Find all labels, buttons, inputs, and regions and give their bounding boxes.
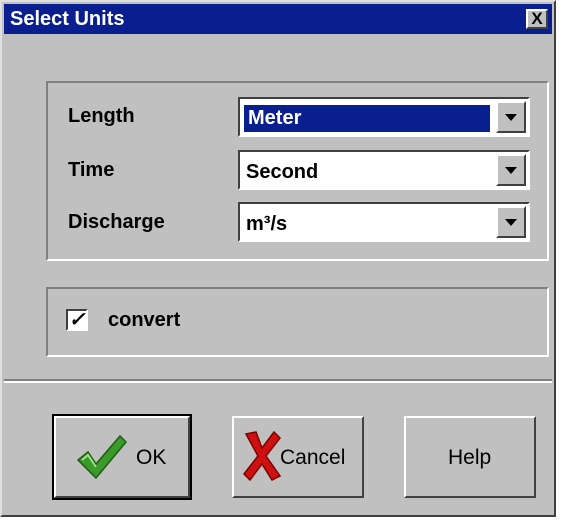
time-label: Time — [68, 159, 115, 181]
chevron-down-icon[interactable] — [496, 206, 526, 238]
convert-group: ✓ convert — [46, 287, 549, 357]
help-label: Help — [448, 446, 492, 469]
time-select[interactable]: Second — [238, 150, 530, 190]
length-select[interactable]: Meter — [238, 97, 530, 137]
red-x-icon — [243, 430, 282, 482]
length-label: Length — [68, 105, 135, 127]
dialog-title: Select Units — [10, 8, 125, 30]
ok-label: OK — [136, 446, 167, 469]
help-button[interactable]: Help — [404, 416, 536, 498]
discharge-value: m³/s — [246, 213, 288, 235]
convert-label[interactable]: convert — [108, 309, 180, 332]
cancel-button[interactable]: Cancel — [232, 416, 364, 498]
units-group: Length Meter Time Second Discharge m³/s — [46, 81, 549, 261]
select-units-dialog: Select Units X Length Meter Time Second … — [0, 0, 556, 517]
cancel-label: Cancel — [280, 446, 346, 469]
close-button[interactable]: X — [526, 9, 548, 29]
discharge-label: Discharge — [68, 211, 165, 233]
green-checkmark-icon — [76, 434, 128, 480]
divider — [4, 379, 552, 383]
title-bar[interactable]: Select Units X — [4, 4, 552, 34]
convert-checkbox[interactable]: ✓ — [66, 309, 88, 331]
discharge-select[interactable]: m³/s — [238, 202, 530, 242]
chevron-down-icon[interactable] — [496, 101, 526, 133]
chevron-down-icon[interactable] — [496, 154, 526, 186]
ok-button[interactable]: OK — [52, 414, 192, 500]
time-value: Second — [246, 161, 319, 183]
length-value: Meter — [244, 105, 490, 132]
